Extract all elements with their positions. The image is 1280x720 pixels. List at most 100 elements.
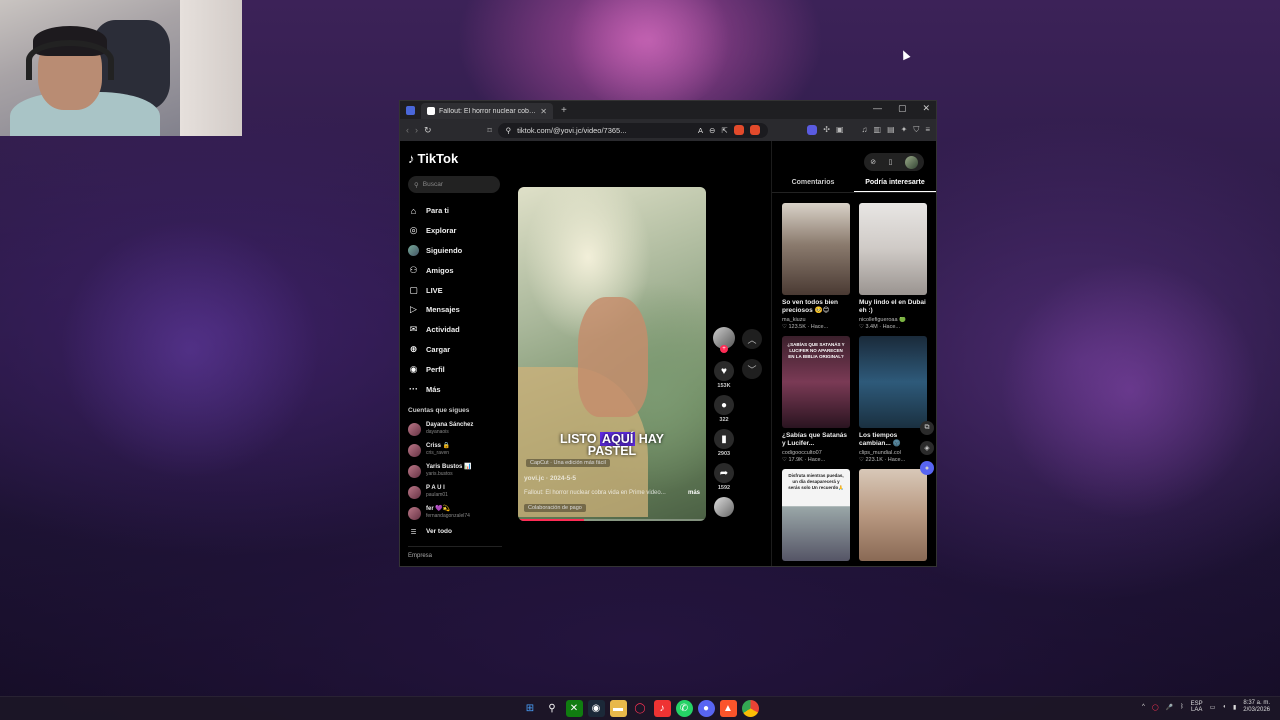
sidebar-item-amigos[interactable]: ⚇ Amigos: [408, 260, 502, 280]
recommended-video-card[interactable]: Disfruta mientras puedas, un día desapar…: [782, 469, 850, 561]
sidebar-item-más[interactable]: ··· Más: [408, 379, 502, 399]
new-tab-icon[interactable]: +: [561, 105, 567, 116]
zoom-icon[interactable]: ⊖: [709, 126, 715, 135]
follow-plus-icon[interactable]: +: [720, 345, 728, 353]
reload-icon[interactable]: ↻: [424, 125, 432, 136]
video-thumbnail[interactable]: [859, 203, 927, 295]
video-thumbnail[interactable]: [859, 336, 927, 428]
like-button[interactable]: ♥: [714, 361, 734, 381]
clock[interactable]: 8:37 a. m. 2/03/2026: [1243, 700, 1270, 714]
sidebar-item-cargar[interactable]: ⊕ Cargar: [408, 340, 502, 360]
card-user[interactable]: codigoocculto07: [782, 450, 850, 456]
puzzle-icon[interactable]: ✣: [823, 125, 830, 135]
network-icon[interactable]: ▭: [1210, 704, 1216, 711]
video-thumbnail[interactable]: Disfruta mientras puedas, un día desapar…: [782, 469, 850, 561]
vpn-icon[interactable]: ⛉: [913, 125, 919, 135]
profile-avatar[interactable]: [904, 155, 918, 169]
recommended-video-card[interactable]: [859, 469, 927, 561]
share-button[interactable]: ➦: [714, 463, 734, 483]
back-icon[interactable]: ‹: [406, 125, 409, 135]
creator-avatar[interactable]: +: [713, 327, 735, 353]
brave-icon[interactable]: ▲: [719, 700, 737, 717]
opera-gx-icon[interactable]: ◯: [632, 700, 649, 717]
translate-icon[interactable]: A: [698, 126, 703, 135]
recommended-video-card[interactable]: Los tiempos cambian... 🌚 clips_mundial.co…: [859, 336, 927, 463]
search-taskbar-icon[interactable]: ⚲: [544, 700, 561, 717]
card-user[interactable]: clips_mundial.col: [859, 450, 927, 456]
previous-video-button[interactable]: ︿: [742, 329, 762, 349]
video-thumbnail[interactable]: [859, 469, 927, 561]
recommended-video-card[interactable]: So ven todos bien preciosos 🥺😊 ma_kiuzu ♡ …: [782, 203, 850, 330]
see-all-button[interactable]: ☰ Ver todo: [408, 528, 502, 536]
sidebar-item-perfil[interactable]: ◉ Perfil: [408, 359, 502, 379]
video-thumbnail[interactable]: [782, 203, 850, 295]
bluetooth-icon[interactable]: ᛒ: [1180, 704, 1184, 710]
language-indicator[interactable]: ESP LAA: [1191, 701, 1203, 713]
save-button[interactable]: ▮: [714, 429, 734, 449]
wallet-icon[interactable]: ▣: [836, 125, 844, 135]
more-link[interactable]: más: [688, 490, 700, 496]
bookmark-icon[interactable]: ⌑: [488, 126, 492, 135]
tabs-icon[interactable]: ▤: [887, 125, 895, 135]
microphone-icon[interactable]: 🎤: [1166, 704, 1173, 711]
recommended-video-card[interactable]: ¿SABÍAS QUE SATANÁS Y LUCIFER NO APARECE…: [782, 336, 850, 463]
sidebar-item-para-ti[interactable]: ⌂ Para ti: [408, 201, 502, 221]
game-icon[interactable]: ◈: [920, 441, 934, 455]
file-explorer-icon[interactable]: ▬: [609, 700, 627, 717]
card-user[interactable]: ma_kiuzu: [782, 317, 850, 323]
sidebar-item-mensajes[interactable]: ▷ Mensajes: [408, 300, 502, 320]
tab-comments[interactable]: Comentarios: [772, 179, 854, 192]
following-account[interactable]: Yaris Bustos 📊 yaris.bustos: [408, 461, 502, 482]
chevron-up-tray-icon[interactable]: ^: [1142, 704, 1145, 710]
leo-icon[interactable]: ✦: [901, 125, 908, 135]
sidebar-icon[interactable]: ▥: [874, 125, 882, 135]
sound-avatar[interactable]: [714, 497, 734, 517]
xbox-icon[interactable]: ✕: [565, 700, 583, 717]
sidebar-item-explorar[interactable]: ◎ Explorar: [408, 221, 502, 241]
video-player[interactable]: LISTO AQUÍ HAY PASTEL CapCut · Una edici…: [518, 187, 706, 521]
sidebar-item-live[interactable]: ▢ LIVE: [408, 280, 502, 300]
card-user[interactable]: nicollefigueroaa 🟢: [859, 317, 927, 323]
sidebar-item-actividad[interactable]: ✉ Actividad: [408, 320, 502, 340]
video-author[interactable]: yovi.jc · 2024-5-5: [524, 475, 576, 482]
tiktok-taskbar-icon[interactable]: ♪: [653, 700, 671, 717]
capcut-badge[interactable]: CapCut · Una edición más fácil: [526, 459, 610, 467]
following-account[interactable]: fer 💜💫 fernandagonzalel74: [408, 503, 502, 524]
comment-button[interactable]: ●: [714, 395, 734, 415]
profile-icon[interactable]: [406, 105, 415, 115]
search-input[interactable]: ⚲ Buscar: [408, 176, 500, 193]
close-tab-icon[interactable]: ✕: [540, 107, 547, 116]
whatsapp-icon[interactable]: ✆: [675, 700, 693, 717]
pip-icon[interactable]: ⧉: [920, 421, 934, 435]
chrome-icon[interactable]: [741, 700, 759, 717]
menu-icon[interactable]: ≡: [925, 125, 930, 135]
video-progress[interactable]: [518, 519, 706, 521]
brave-rewards-icon[interactable]: [749, 125, 760, 135]
sidebar-item-siguiendo[interactable]: Siguiendo: [408, 241, 502, 261]
coin-icon[interactable]: ⊘: [870, 158, 876, 166]
opera-tray-icon[interactable]: ◯: [1152, 704, 1159, 711]
volume-icon[interactable]: ◖: [1222, 704, 1226, 710]
following-account[interactable]: Dayana Sánchez dayanaois: [408, 419, 502, 440]
maximize-icon[interactable]: ▢: [898, 103, 907, 114]
next-video-button[interactable]: ﹀: [742, 359, 762, 379]
footer-empresa[interactable]: Empresa: [408, 553, 502, 559]
music-icon[interactable]: ♫: [862, 125, 868, 135]
following-account[interactable]: Criss 🔒 cris_raven: [408, 440, 502, 461]
battery-icon[interactable]: ▮: [1233, 704, 1236, 711]
address-bar[interactable]: ⚲ tiktok.com/@yovi.jc/video/7365... A ⊖ …: [497, 122, 768, 138]
extension-icon[interactable]: [807, 125, 818, 135]
close-window-icon[interactable]: ✕: [922, 103, 930, 114]
windows-start-icon[interactable]: ⊞: [522, 700, 539, 717]
steam-icon[interactable]: ◉: [587, 700, 605, 717]
share-icon[interactable]: ⇱: [721, 126, 727, 135]
following-account[interactable]: P A U Ipaulam01: [408, 482, 502, 503]
tiktok-logo[interactable]: ♪ TikTok: [408, 151, 502, 166]
browser-tab[interactable]: Fallout: El horror nuclear cobra vida ✕: [421, 103, 553, 119]
minimize-icon[interactable]: —: [873, 103, 882, 114]
video-thumbnail[interactable]: ¿SABÍAS QUE SATANÁS Y LUCIFER NO APARECE…: [782, 336, 850, 428]
recommended-video-card[interactable]: Muy lindo el en Dubai eh :) nicollefiguer…: [859, 203, 927, 330]
brave-shield-icon[interactable]: [733, 125, 744, 135]
forward-icon[interactable]: ›: [415, 125, 418, 135]
tab-recommended[interactable]: Podría interesarte: [854, 179, 936, 192]
